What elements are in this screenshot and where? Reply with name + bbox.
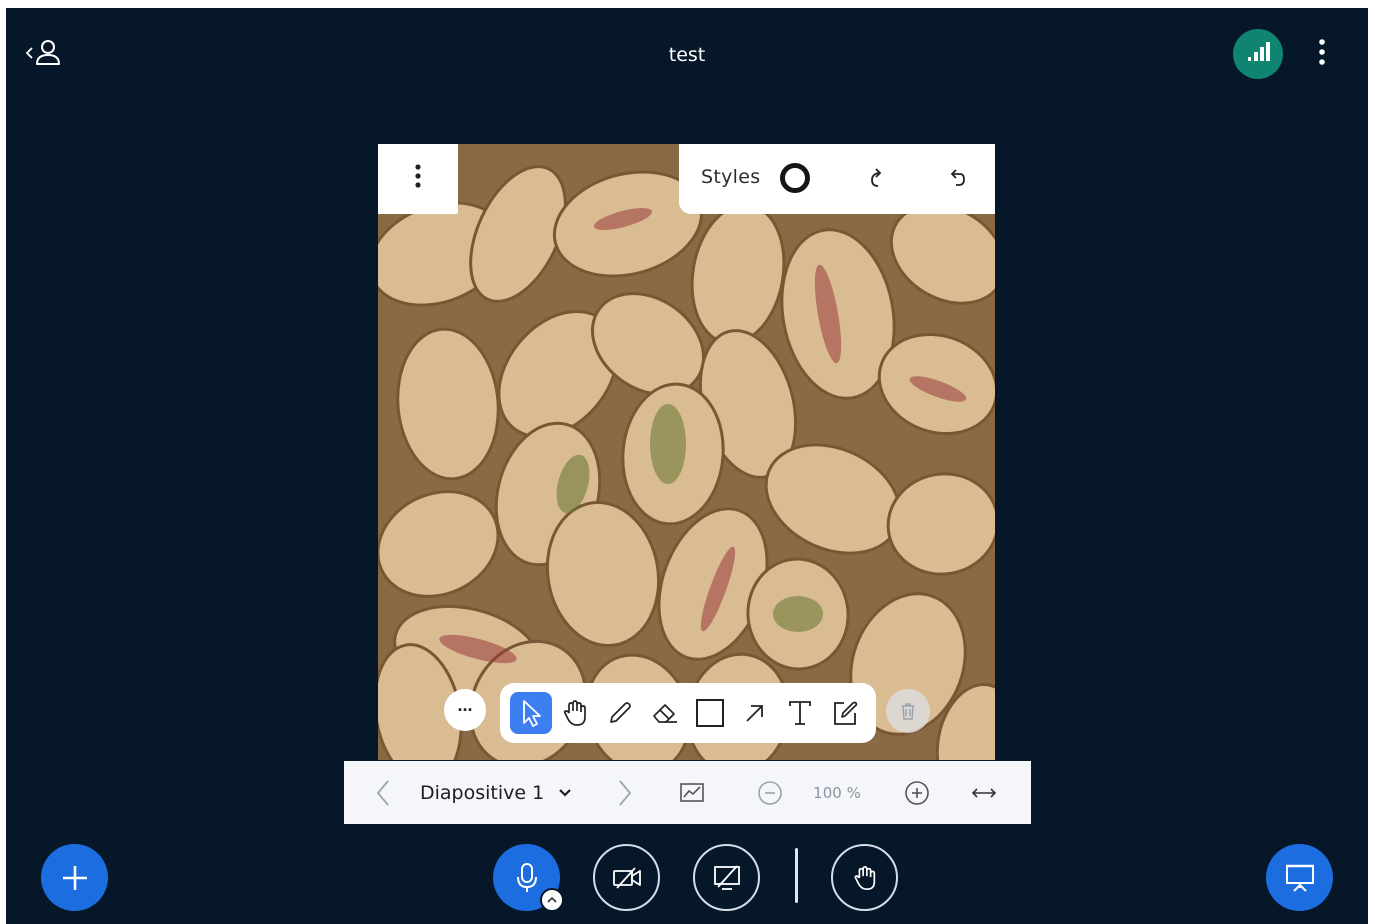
presentation-slide[interactable]: Styles ··· — [378, 144, 995, 760]
whiteboard-toolbar — [500, 683, 876, 743]
camera-button[interactable] — [593, 844, 660, 911]
zoom-out-button[interactable] — [752, 761, 788, 824]
tool-rectangle[interactable] — [688, 691, 732, 735]
presentation-toggle-button[interactable] — [1266, 844, 1333, 911]
rectangle-icon — [696, 699, 724, 727]
delete-button[interactable] — [886, 689, 930, 733]
fit-width-button[interactable] — [964, 761, 1004, 824]
chevron-up-icon — [547, 896, 557, 903]
text-icon — [789, 701, 811, 725]
redo-button[interactable] — [863, 164, 891, 192]
tool-text[interactable] — [778, 691, 822, 735]
chevron-left-icon — [376, 779, 389, 806]
eraser-icon — [653, 704, 677, 723]
pencil-icon — [610, 702, 631, 723]
slide-select-label: Diapositive 1 — [420, 781, 545, 804]
connection-status-button[interactable] — [1233, 29, 1283, 79]
screenshare-off-icon — [713, 864, 740, 890]
slide-select-dropdown[interactable]: Diapositive 1 — [416, 761, 576, 824]
presentation-icon — [1285, 864, 1314, 892]
previous-slide-button[interactable] — [366, 761, 400, 824]
more-tools-button[interactable]: ··· — [444, 689, 486, 731]
whiteboard-menu-button[interactable] — [378, 144, 458, 214]
tool-eraser[interactable] — [643, 691, 687, 735]
hand-icon — [854, 865, 875, 890]
more-tools-label: ··· — [457, 699, 474, 720]
signal-bars-icon — [1245, 40, 1271, 69]
tool-note[interactable] — [823, 691, 867, 735]
audio-settings-button[interactable] — [540, 888, 564, 912]
trash-icon — [902, 703, 914, 720]
arrow-icon — [746, 705, 763, 722]
chevron-down-icon — [559, 788, 571, 797]
zoom-value: 100 % — [813, 783, 861, 802]
screenshare-button[interactable] — [693, 844, 760, 911]
chart-slide-icon — [680, 782, 704, 802]
meeting-app: test Styles ··· Diapositive 1 100 % — [6, 8, 1368, 924]
camera-off-icon — [612, 866, 641, 889]
redo-icon — [871, 168, 882, 187]
plus-icon — [62, 865, 87, 890]
vertical-dots-icon — [414, 163, 422, 195]
tool-draw[interactable] — [598, 691, 642, 735]
tool-pan[interactable] — [553, 691, 597, 735]
styles-button[interactable]: Styles — [701, 166, 760, 188]
next-slide-button[interactable] — [608, 761, 642, 824]
pointer-icon — [523, 700, 541, 727]
zoom-in-button[interactable] — [899, 761, 935, 824]
chevron-right-icon — [619, 779, 632, 806]
undo-button[interactable] — [943, 164, 971, 192]
fit-width-icon — [971, 787, 997, 798]
undo-icon — [950, 169, 965, 186]
presentation-snapshot-button[interactable] — [674, 761, 710, 824]
style-swatch[interactable] — [780, 163, 810, 193]
zoom-out-icon — [758, 780, 782, 805]
actions-button[interactable] — [41, 844, 108, 911]
toolbar-divider — [795, 848, 798, 903]
tool-select[interactable] — [510, 692, 552, 734]
hand-icon — [563, 700, 586, 726]
meeting-title: test — [668, 44, 706, 66]
options-menu-button[interactable] — [1306, 36, 1338, 72]
zoom-in-icon — [905, 780, 929, 805]
top-bar: test — [6, 8, 1368, 98]
microphone-icon — [516, 862, 537, 892]
presentation-toolbar: Diapositive 1 100 % — [344, 761, 1031, 824]
tool-arrow[interactable] — [733, 691, 777, 735]
raise-hand-button[interactable] — [831, 844, 898, 911]
slide-image — [378, 144, 995, 760]
vertical-dots-icon — [1318, 38, 1326, 70]
style-panel: Styles — [679, 144, 995, 214]
note-edit-icon — [834, 701, 858, 725]
